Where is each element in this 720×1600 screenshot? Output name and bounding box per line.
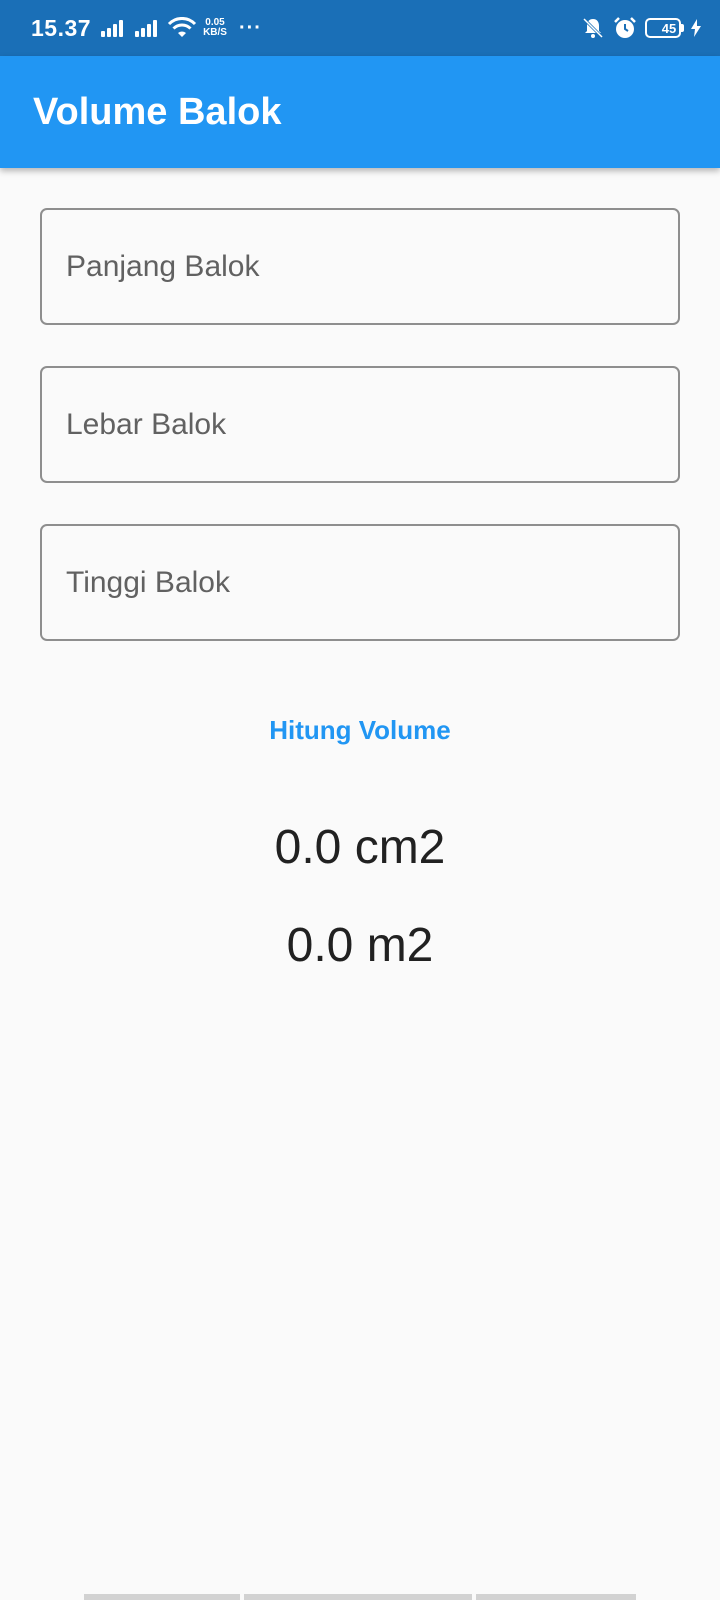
panjang-input[interactable] xyxy=(66,249,678,284)
speed-unit: KB/S xyxy=(203,27,227,38)
panjang-field[interactable] xyxy=(40,208,680,325)
tinggi-input[interactable] xyxy=(66,565,678,600)
alarm-icon xyxy=(614,17,636,38)
lebar-field[interactable] xyxy=(40,366,680,483)
nav-handle-center xyxy=(244,1594,472,1600)
hitung-volume-button[interactable]: Hitung Volume xyxy=(240,700,480,760)
status-time: 15.37 xyxy=(31,14,92,41)
battery-icon: 45 xyxy=(645,18,684,38)
battery-body: 45 xyxy=(645,18,681,38)
result-m: 0.0 m2 xyxy=(286,919,434,972)
signal-icon xyxy=(101,19,125,37)
tinggi-field[interactable] xyxy=(40,524,680,641)
nav-handle-right xyxy=(476,1594,636,1600)
wifi-icon xyxy=(167,17,197,37)
app-bar: Volume Balok xyxy=(0,56,720,168)
result-cm: 0.0 cm2 xyxy=(274,821,446,874)
signal-icon xyxy=(135,19,159,37)
status-bar-left: 15.37 0.05 KB/S ··· xyxy=(31,15,262,42)
network-speed: 0.05 KB/S xyxy=(203,18,227,38)
lebar-input[interactable] xyxy=(66,407,678,442)
battery-level: 45 xyxy=(661,20,677,36)
charging-icon xyxy=(691,19,701,37)
status-bar: 15.37 0.05 KB/S ··· 45 xyxy=(0,0,720,56)
page-title: Volume Balok xyxy=(33,90,282,133)
nav-handle-left xyxy=(84,1594,240,1600)
more-notifications-icon: ··· xyxy=(238,16,262,39)
mute-icon xyxy=(582,17,604,39)
status-bar-right: 45 xyxy=(573,16,702,40)
